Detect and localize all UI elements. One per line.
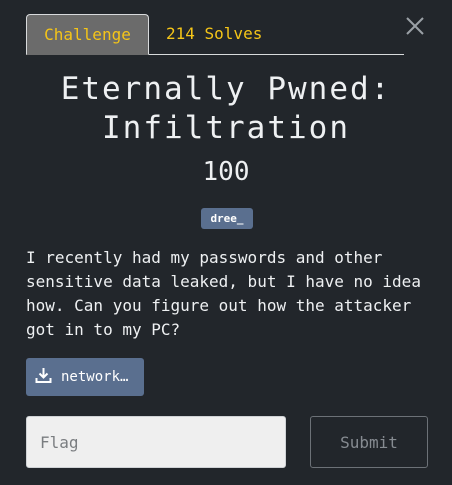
download-file-button[interactable]: network… [26,358,144,396]
challenge-title: Eternally Pwned: Infiltration [60,71,392,146]
author-badge: dree_ [201,208,253,229]
file-name-label: network… [61,369,129,385]
submit-button[interactable]: Submit [310,416,428,468]
close-icon [406,17,424,35]
close-button[interactable] [404,15,426,37]
flag-input[interactable] [26,416,286,468]
challenge-modal: Challenge 214 Solves Eternally Pwned: In… [0,0,452,485]
challenge-points: 100 [202,157,250,187]
download-icon [35,368,52,383]
tab-challenge[interactable]: Challenge [26,14,149,55]
tab-bar: Challenge 214 Solves [26,14,404,55]
tab-solves[interactable]: 214 Solves [166,14,262,55]
challenge-description: I recently had my passwords and other se… [26,248,421,339]
